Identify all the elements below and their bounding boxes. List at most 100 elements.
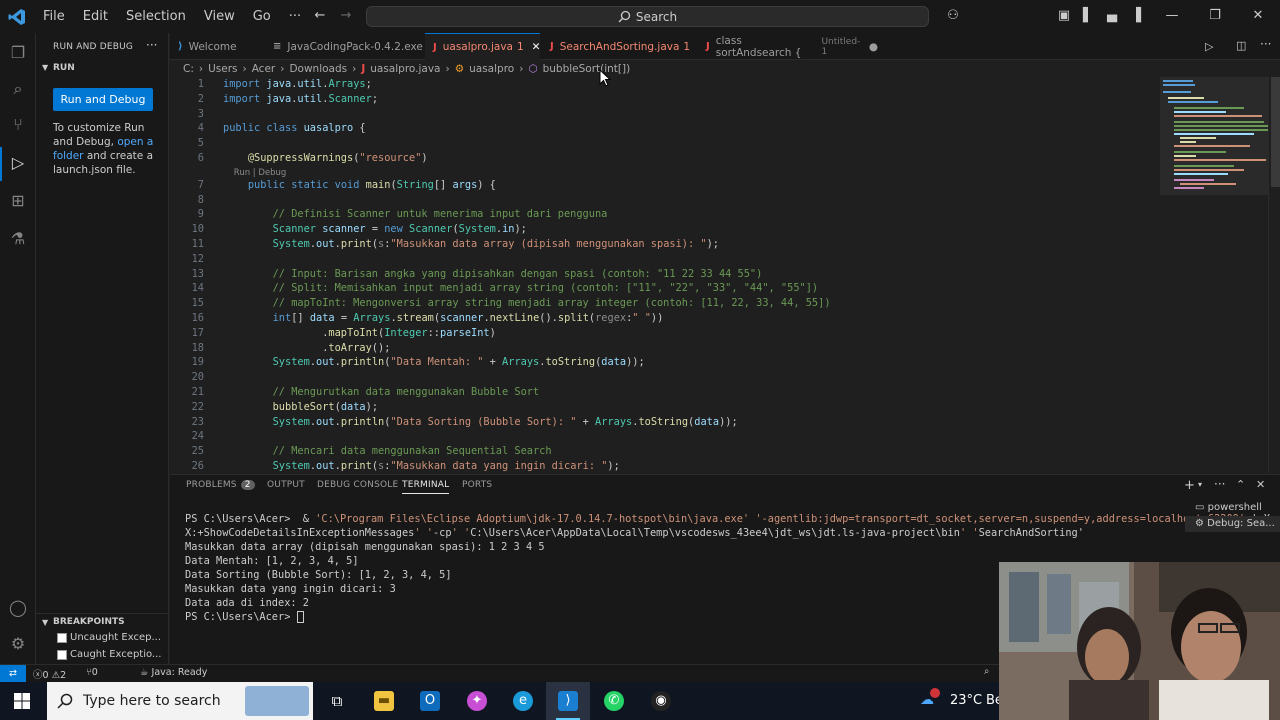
menu-selection[interactable]: Selection (117, 0, 195, 33)
code-text: // Definisi Scanner untuk menerima input… (223, 208, 608, 221)
back-arrow-icon[interactable]: ← (312, 8, 328, 24)
chevron-down-icon[interactable]: ▾ (1198, 480, 1202, 489)
checkbox[interactable] (57, 632, 67, 643)
tab-javacodingpack[interactable]: ≡ JavaCodingPack-0.4.2.exe (265, 33, 425, 60)
sidebar-more-icon[interactable]: ··· (146, 38, 157, 52)
terminal-name: powershell (1207, 502, 1262, 513)
weather-temp[interactable]: 23°C (950, 693, 982, 708)
breakpoint-caught[interactable]: Caught Exceptio... (57, 649, 161, 660)
code-text: Scanner scanner = new Scanner(System.in)… (272, 223, 527, 236)
run-and-debug-button[interactable]: Run and Debug (53, 88, 153, 111)
menu-more[interactable]: ··· (280, 0, 310, 33)
breadcrumb-item[interactable]: uasalpro.java (370, 63, 440, 75)
close-window-icon[interactable]: ✕ (1250, 8, 1266, 24)
forward-arrow-icon[interactable]: → (338, 8, 354, 24)
restore-icon[interactable]: ❐ (1207, 8, 1223, 24)
chevron-down-icon[interactable]: ▼ (42, 63, 48, 72)
terminal-item-powershell[interactable]: ▭ powershell (1185, 500, 1280, 516)
close-panel-icon[interactable]: ✕ (1256, 478, 1265, 491)
manage-gear-icon[interactable]: ⚙ (8, 634, 28, 654)
notifications-icon[interactable]: ⌕ (984, 666, 989, 677)
edge-icon[interactable]: e (513, 691, 533, 711)
tab-untitled[interactable]: J class sortAndsearch { Untitled-1 ● (698, 33, 878, 60)
remote-indicator-icon[interactable]: ⇄ (0, 665, 26, 683)
ports-count: 0 (91, 667, 98, 678)
obs-icon[interactable]: ◉ (651, 691, 671, 711)
breadcrumb-item[interactable]: uasalpro (469, 63, 514, 75)
checkbox[interactable] (57, 649, 67, 660)
taskbar-search[interactable]: Type here to search (47, 682, 313, 720)
menu-view[interactable]: View (195, 0, 244, 33)
outlook-icon[interactable]: O (420, 691, 440, 711)
explorer-icon[interactable]: ❐ (8, 43, 28, 63)
file-icon: ≡ (273, 41, 282, 52)
ports-status[interactable]: ⑂0 (86, 667, 98, 678)
tab-welcome[interactable]: ⟩ Welcome (170, 33, 265, 60)
chevron-down-icon[interactable]: ▼ (42, 618, 48, 627)
run-file-icon[interactable]: ▷ (1205, 40, 1213, 53)
minimize-icon[interactable]: — (1164, 8, 1180, 24)
split-editor-icon[interactable]: ◫ (1236, 39, 1246, 52)
tab-debug-console[interactable]: DEBUG CONSOLE (317, 480, 398, 490)
unsaved-dot-icon[interactable]: ● (869, 41, 878, 53)
copilot-app-icon[interactable]: ✦ (467, 691, 487, 711)
file-explorer-icon[interactable]: ▬ (374, 691, 394, 711)
vscode-taskbar-icon[interactable]: ⟩ (558, 691, 578, 711)
tab-terminal[interactable]: TERMINAL (402, 480, 450, 494)
run-section-header[interactable]: RUN (53, 63, 75, 73)
breadcrumb-item[interactable]: C: (183, 63, 194, 75)
toggle-sidebar-icon[interactable]: ▌ (1080, 8, 1096, 24)
vscode-logo-icon (0, 0, 34, 33)
whatsapp-icon[interactable]: ✆ (604, 691, 624, 711)
activity-bar: ❐ ⌕ ⑂ ▷ ⊞ ⚗ ◯ ⚙ (0, 33, 36, 664)
breakpoints-header[interactable]: BREAKPOINTS (53, 617, 125, 627)
tab-uasalpro[interactable]: J uasalpro.java 1 ✕ (425, 33, 540, 60)
code-editor[interactable]: 1 import java.util.Arrays; 2 import java.ut… (170, 77, 1160, 473)
task-view-icon[interactable]: ⧉ (327, 691, 347, 711)
extensions-icon[interactable]: ⊞ (8, 191, 28, 211)
breadcrumb-item[interactable]: Acer (252, 63, 276, 75)
breadcrumb-item[interactable]: bubbleSort(int[]) (543, 63, 631, 75)
breadcrumb-item[interactable]: Users (208, 63, 237, 75)
warning-icon: ⚠ (51, 670, 61, 681)
breadcrumb-item[interactable]: Downloads (289, 63, 347, 75)
customize-layout-icon[interactable]: ▣ (1056, 8, 1072, 24)
scrollbar-thumb[interactable] (1271, 77, 1280, 187)
problems-status[interactable]: ⓧ0 ⚠2 (33, 667, 66, 681)
maximize-panel-icon[interactable]: ⌃ (1236, 478, 1245, 491)
new-terminal-icon[interactable]: + (1184, 478, 1195, 493)
line-number: 6 (197, 152, 204, 164)
line-number: 3 (197, 107, 204, 120)
source-control-icon[interactable]: ⑂ (8, 115, 28, 135)
copilot-icon[interactable]: ⚇ (942, 8, 964, 24)
tab-searchandsorting[interactable]: J SearchAndSorting.java 1 (542, 33, 702, 60)
tab-problems[interactable]: PROBLEMS 2 (186, 480, 255, 490)
java-status[interactable]: ☕ Java: Ready (140, 667, 207, 678)
breakpoint-uncaught[interactable]: Uncaught Excep... (57, 632, 161, 643)
terminal-name: Debug: Sea... (1207, 518, 1275, 529)
menu-edit[interactable]: Edit (74, 0, 117, 33)
toggle-panel-icon[interactable]: ▄ (1104, 8, 1120, 24)
command-center-search[interactable]: Search (366, 6, 929, 27)
code-text: // Mencari data menggunakan Sequential S… (223, 445, 552, 458)
line-number: 12 (191, 252, 204, 265)
line-number: 11 (191, 238, 204, 250)
accounts-icon[interactable]: ◯ (8, 598, 28, 618)
windows-start-icon[interactable] (14, 693, 30, 709)
minimap[interactable] (1160, 77, 1268, 473)
tab-problem-count: 1 (683, 40, 691, 53)
editor-more-icon[interactable]: ··· (1260, 37, 1271, 51)
tab-ports[interactable]: PORTS (462, 480, 492, 490)
testing-icon[interactable]: ⚗ (8, 229, 28, 249)
terminal-item-debug[interactable]: ⚙ Debug: Sea... (1185, 516, 1280, 532)
run-debug-icon[interactable]: ▷ (8, 153, 28, 173)
search-view-icon[interactable]: ⌕ (8, 79, 28, 99)
tab-output[interactable]: OUTPUT (267, 480, 305, 490)
toggle-secondary-sidebar-icon[interactable]: ▐ (1128, 8, 1144, 24)
search-icon (57, 693, 73, 709)
tab-close-icon[interactable]: ✕ (532, 41, 541, 53)
menu-file[interactable]: File (34, 0, 74, 33)
editor-scrollbar[interactable] (1268, 77, 1280, 473)
menu-go[interactable]: Go (244, 0, 280, 33)
panel-more-icon[interactable]: ··· (1214, 477, 1225, 491)
